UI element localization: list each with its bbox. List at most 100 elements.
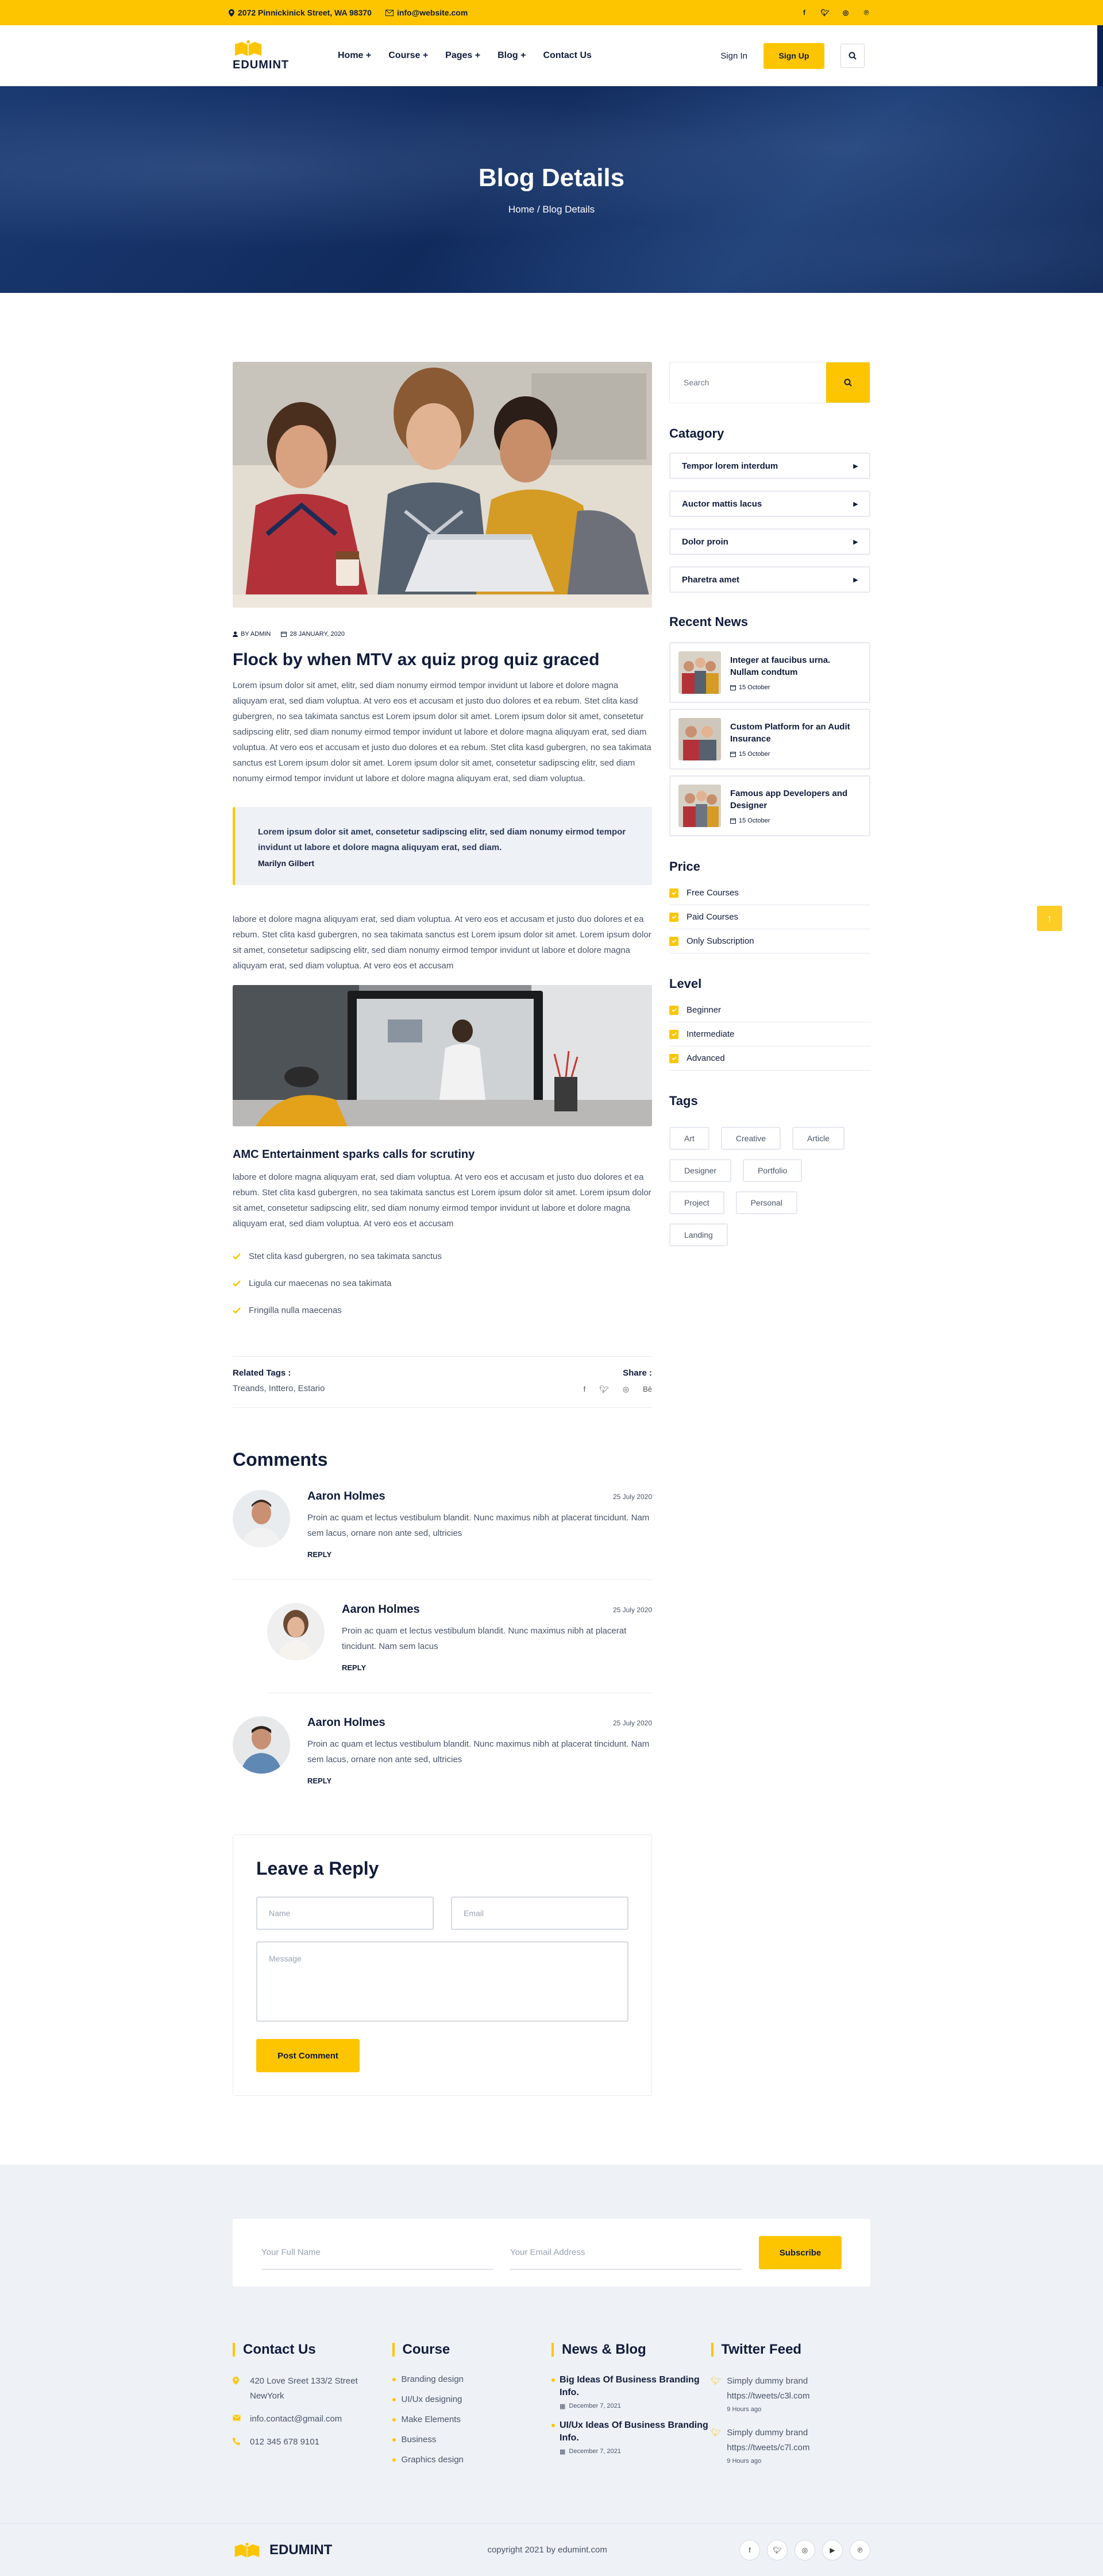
footer-email[interactable]: info.contact@gmail.com xyxy=(250,2412,342,2427)
header-search-button[interactable] xyxy=(840,44,865,68)
twitter-icon[interactable]: 🐦︎ xyxy=(767,2539,788,2560)
tweet-text: Simply dummy brand https://tweets/c7l.co… xyxy=(727,2428,810,2453)
tag-chip[interactable]: Designer xyxy=(669,1159,732,1182)
footer-logo[interactable]: EDUMINT xyxy=(233,2542,332,2558)
sign-up-button[interactable]: Sign Up xyxy=(763,43,824,69)
footer-news-date: December 7, 2021 xyxy=(569,2403,621,2409)
tags-title: Tags xyxy=(669,1094,698,1108)
checkbox-checked-icon xyxy=(669,1005,678,1015)
instagram-icon[interactable]: ◎ xyxy=(795,2539,815,2560)
list-item-text: Stet clita kasd gubergren, no sea takima… xyxy=(249,1252,442,1261)
level-option-label: Intermediate xyxy=(687,1029,735,1039)
nav-pages[interactable]: Pages + xyxy=(445,51,480,61)
price-option[interactable]: Only Subscription xyxy=(669,929,870,953)
recent-news-item[interactable]: Custom Platform for an Audit Insurance 15… xyxy=(669,709,870,770)
footer-course-link[interactable]: Graphics design xyxy=(392,2450,552,2470)
check-icon xyxy=(233,1280,241,1287)
tweet-item[interactable]: 🐦︎ Simply dummy brand https://tweets/c3l.… xyxy=(711,2374,871,2413)
subscribe-button[interactable]: Subscribe xyxy=(759,2236,842,2269)
footer-course-link[interactable]: Make Elements xyxy=(392,2409,552,2430)
caret-right-icon: ▸ xyxy=(853,575,858,585)
instagram-icon[interactable]: ◎ xyxy=(842,9,850,17)
price-option[interactable]: Paid Courses xyxy=(669,905,870,929)
price-option[interactable]: Free Courses xyxy=(669,881,870,905)
scroll-to-top-button[interactable]: ↑ xyxy=(1037,906,1062,931)
footer-course-link[interactable]: Branding design xyxy=(392,2369,552,2389)
tag-chip[interactable]: Portfolio xyxy=(743,1159,803,1182)
news-date: 15 October xyxy=(739,817,770,824)
book-logo-icon xyxy=(234,2542,260,2558)
post-author: BY ADMIN xyxy=(233,631,271,638)
reply-link[interactable]: REPLY xyxy=(307,1776,652,1785)
search-button[interactable] xyxy=(826,362,870,403)
footer-course-link[interactable]: Business xyxy=(392,2430,552,2450)
main-header: EDUMINT Home + Course + Pages + Blog + C… xyxy=(0,25,1103,86)
tag-chip[interactable]: Article xyxy=(792,1127,844,1150)
pinterest-icon[interactable]: ℗ xyxy=(850,2539,870,2560)
nav-home[interactable]: Home + xyxy=(338,51,371,61)
instagram-icon[interactable]: ◎ xyxy=(623,1385,629,1394)
footer-news-item[interactable]: Big Ideas Of Business Branding Info. ▦ Dec… xyxy=(552,2374,711,2410)
sign-in-link[interactable]: Sign In xyxy=(720,51,747,61)
category-item[interactable]: Tempor lorem interdum ▸ xyxy=(669,453,870,479)
tag-chip[interactable]: Project xyxy=(669,1191,724,1214)
recent-news-item[interactable]: Integer at faucibus urna. Nullam condtum… xyxy=(669,642,870,703)
search-input[interactable]: Search xyxy=(670,362,826,403)
email-info[interactable]: info@website.com xyxy=(385,8,468,17)
envelope-icon xyxy=(233,2412,242,2427)
newsletter-email-input[interactable]: Your Email Address xyxy=(510,2235,742,2270)
nav-course[interactable]: Course + xyxy=(388,51,428,61)
tag-chip[interactable]: Personal xyxy=(735,1191,797,1214)
tag-chip[interactable]: Landing xyxy=(669,1223,728,1246)
avatar xyxy=(233,1490,290,1547)
level-option[interactable]: Advanced xyxy=(669,1046,870,1071)
level-option[interactable]: Beginner xyxy=(669,998,870,1022)
user-icon xyxy=(233,631,238,637)
news-title: Custom Platform for an Audit Insurance xyxy=(730,722,850,744)
post-paragraph-2: labore et dolore magna aliquyam erat, se… xyxy=(233,914,651,971)
avatar xyxy=(267,1603,325,1660)
reply-link[interactable]: REPLY xyxy=(342,1663,652,1672)
calendar-icon: ▦ xyxy=(560,2448,566,2455)
footer-course-link[interactable]: UI/Ux designing xyxy=(392,2389,552,2409)
category-item[interactable]: Dolor proin ▸ xyxy=(669,528,870,555)
email-field[interactable]: Email xyxy=(451,1897,628,1930)
footer-news-item[interactable]: UI/Ux Ideas Of Business Branding Info. ▦ D… xyxy=(552,2419,711,2455)
tag-chip[interactable]: Creative xyxy=(720,1127,781,1150)
level-option[interactable]: Intermediate xyxy=(669,1022,870,1046)
related-tags[interactable]: Treands, Inttero, Estario xyxy=(233,1384,325,1393)
facebook-icon[interactable]: f xyxy=(584,1385,586,1394)
tag-chip[interactable]: Art xyxy=(669,1127,709,1150)
logo-text: EDUMINT xyxy=(233,59,290,71)
category-label: Dolor proin xyxy=(682,536,728,547)
caret-right-icon: ▸ xyxy=(853,461,858,471)
logo[interactable]: EDUMINT xyxy=(233,40,338,72)
footer-phone[interactable]: 012 345 678 9101 xyxy=(250,2435,319,2450)
nav-contact[interactable]: Contact Us xyxy=(543,51,591,61)
youtube-icon[interactable]: ▶ xyxy=(822,2539,843,2560)
recent-news-item[interactable]: Famous app Developers and Designer 15 Oct… xyxy=(669,775,870,836)
name-field[interactable]: Name xyxy=(256,1897,434,1930)
behance-icon[interactable]: Bē xyxy=(643,1385,652,1394)
post-checklist: Stet clita kasd gubergren, no sea takima… xyxy=(233,1243,652,1324)
twitter-icon[interactable]: 🐦︎ xyxy=(820,9,829,17)
footer-news-date: December 7, 2021 xyxy=(569,2448,621,2455)
pinterest-icon[interactable]: ℗ xyxy=(862,9,870,17)
nav-blog[interactable]: Blog + xyxy=(497,51,526,61)
message-field[interactable]: Message xyxy=(256,1941,628,2022)
news-thumbnail xyxy=(678,785,721,827)
twitter-icon[interactable]: 🐦︎ xyxy=(599,1385,609,1394)
category-item[interactable]: Pharetra amet ▸ xyxy=(669,566,870,593)
facebook-icon[interactable]: f xyxy=(739,2539,760,2560)
newsletter-name-input[interactable]: Your Full Name xyxy=(261,2235,493,2270)
facebook-icon[interactable]: f xyxy=(800,9,808,17)
tweet-item[interactable]: 🐦︎ Simply dummy brand https://tweets/c7l.… xyxy=(711,2426,871,2465)
reply-link[interactable]: REPLY xyxy=(307,1550,652,1559)
address-info: 2072 Pinnickinick Street, WA 98370 xyxy=(229,8,372,17)
post-title: Flock by when MTV ax quiz prog quiz grac… xyxy=(233,650,600,669)
post-author-text: BY ADMIN xyxy=(241,631,271,638)
category-label: Pharetra amet xyxy=(682,574,740,585)
category-item[interactable]: Auctor mattis lacus ▸ xyxy=(669,491,870,517)
price-option-label: Free Courses xyxy=(687,888,739,898)
post-comment-button[interactable]: Post Comment xyxy=(256,2039,360,2072)
